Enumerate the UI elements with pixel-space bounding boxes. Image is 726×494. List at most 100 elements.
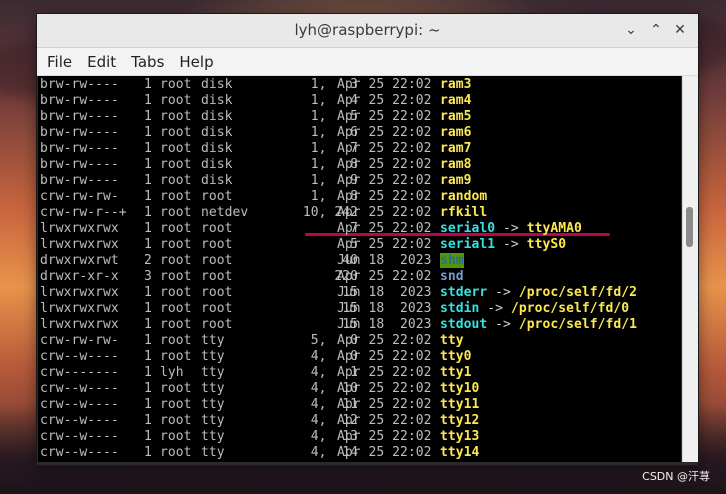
file-permissions: lrwxrwxrwx xyxy=(40,221,119,236)
link-count: 1 xyxy=(144,173,152,188)
file-permissions: lrwxrwxrwx xyxy=(40,301,119,316)
file-name-group: snd xyxy=(440,269,464,285)
file-name-group: tty xyxy=(440,333,464,349)
file-group: disk xyxy=(201,141,233,156)
file-group: root xyxy=(201,285,233,300)
file-owner: root xyxy=(160,317,192,332)
link-count: 1 xyxy=(144,285,152,300)
scrollbar-thumb[interactable] xyxy=(686,207,693,247)
close-icon[interactable]: ✕ xyxy=(673,23,687,37)
file-permissions: crw-rw-rw- xyxy=(40,189,119,204)
file-permissions: lrwxrwxrwx xyxy=(40,317,119,332)
menu-help[interactable]: Help xyxy=(179,53,213,71)
link-count: 1 xyxy=(144,397,152,412)
file-group: disk xyxy=(201,173,233,188)
file-name: tty13 xyxy=(440,429,480,444)
file-name-group: ram8 xyxy=(440,157,472,173)
file-name-group: rfkill xyxy=(440,205,487,221)
file-name: tty xyxy=(440,333,464,348)
file-name-group: stdin -> /proc/self/fd/0 xyxy=(440,301,629,317)
file-name: tty11 xyxy=(440,397,480,412)
file-group: tty xyxy=(201,333,225,348)
file-permissions: crw-rw-r--+ xyxy=(40,205,127,220)
file-date: Apr 25 22:02 xyxy=(337,381,432,396)
file-name-group: tty1 xyxy=(440,365,472,381)
terminal-output[interactable]: brw-rw---- 1 root disk 1, 3 Apr 25 22:02 ram3 b… xyxy=(38,76,681,462)
file-permissions: crw--w---- xyxy=(40,429,119,444)
file-date: Apr 25 22:02 xyxy=(337,365,432,380)
watermark-text: CSDN @汗荨 xyxy=(642,470,710,483)
link-count: 1 xyxy=(144,125,152,140)
file-date: Apr 25 22:02 xyxy=(337,141,432,156)
file-date: Apr 25 22:02 xyxy=(337,125,432,140)
file-name: random xyxy=(440,189,488,204)
link-count: 1 xyxy=(144,205,152,220)
file-permissions: brw-rw---- xyxy=(40,109,119,124)
maximize-icon[interactable]: ⌃ xyxy=(649,23,663,37)
file-group: tty xyxy=(201,397,225,412)
file-date: Apr 25 22:02 xyxy=(337,413,432,428)
file-group: disk xyxy=(201,93,233,108)
file-name: ram5 xyxy=(440,109,472,124)
title-bar[interactable]: lyh@raspberrypi: ~ ⌄ ⌃ ✕ xyxy=(37,14,698,48)
file-group: root xyxy=(201,317,233,332)
file-owner: root xyxy=(160,285,192,300)
terminal-window: lyh@raspberrypi: ~ ⌄ ⌃ ✕ File Edit Tabs … xyxy=(37,14,698,465)
link-count: 1 xyxy=(144,141,152,156)
file-name: rfkill xyxy=(440,205,488,220)
file-owner: root xyxy=(160,109,192,124)
file-name: ram4 xyxy=(440,93,472,108)
file-name-group: stderr -> /proc/self/fd/2 xyxy=(440,285,637,301)
link-count: 1 xyxy=(144,109,152,124)
file-owner: root xyxy=(160,253,192,268)
file-owner: root xyxy=(160,445,192,460)
file-owner: root xyxy=(160,221,192,236)
file-group: root xyxy=(201,189,233,204)
file-date: Apr 25 22:02 xyxy=(337,109,432,124)
file-name: shm xyxy=(440,253,464,268)
file-name: ram9 xyxy=(440,173,472,188)
file-date: Apr 25 22:02 xyxy=(337,221,432,236)
menu-tabs[interactable]: Tabs xyxy=(131,53,164,71)
file-name-group: random xyxy=(440,189,487,205)
file-name: ram8 xyxy=(440,157,472,172)
file-date: Jun 18 2023 xyxy=(337,285,432,300)
file-date: Apr 25 22:02 xyxy=(337,93,432,108)
vertical-scrollbar[interactable] xyxy=(682,76,698,462)
menu-file[interactable]: File xyxy=(47,53,72,71)
symlink-target: ttyS0 xyxy=(526,237,567,252)
file-name: ram3 xyxy=(440,77,472,92)
symlink-target: /proc/self/fd/0 xyxy=(510,301,630,316)
symlink-arrow: -> xyxy=(495,317,511,332)
file-owner: root xyxy=(160,237,192,252)
file-name: serial0 xyxy=(440,221,496,236)
link-count: 1 xyxy=(144,301,152,316)
file-group: tty xyxy=(201,349,225,364)
file-date: Apr 25 22:02 xyxy=(337,397,432,412)
file-owner: root xyxy=(160,205,192,220)
file-permissions: drwxrwxrwt xyxy=(40,253,119,268)
file-name-group: tty14 xyxy=(440,445,479,461)
file-date: Apr 25 22:02 xyxy=(337,189,432,204)
link-count: 1 xyxy=(144,93,152,108)
file-name-group: ram7 xyxy=(440,141,472,157)
file-owner: root xyxy=(160,173,192,188)
menu-bar: File Edit Tabs Help xyxy=(37,48,698,76)
file-group: netdev xyxy=(201,205,249,220)
file-permissions: brw-rw---- xyxy=(40,141,119,156)
file-group: root xyxy=(201,269,233,284)
file-group: root xyxy=(201,253,233,268)
file-owner: root xyxy=(160,333,192,348)
file-name: tty14 xyxy=(440,445,480,460)
file-owner: root xyxy=(160,93,192,108)
file-owner: root xyxy=(160,381,192,396)
link-count: 1 xyxy=(144,333,152,348)
file-name-group: ram9 xyxy=(440,173,472,189)
link-count: 1 xyxy=(144,189,152,204)
minimize-icon[interactable]: ⌄ xyxy=(624,23,638,37)
menu-edit[interactable]: Edit xyxy=(87,53,116,71)
file-group: root xyxy=(201,237,233,252)
file-owner: root xyxy=(160,413,192,428)
symlink-target: /proc/self/fd/1 xyxy=(518,317,637,332)
file-name-group: serial1 -> ttyS0 xyxy=(440,237,566,253)
